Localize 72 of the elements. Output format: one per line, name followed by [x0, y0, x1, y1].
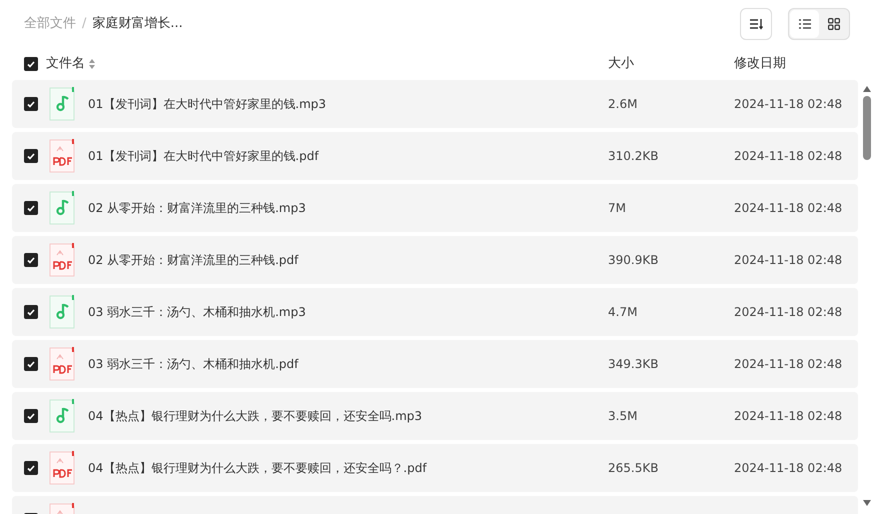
file-name: 03 弱水三千：汤勺、木桶和抽水机.pdf [88, 356, 300, 373]
file-row[interactable]: 03 弱水三千：汤勺、木桶和抽水机.mp3 4.7M 2024-11-18 02:48 [12, 288, 858, 336]
checkbox[interactable] [24, 409, 38, 423]
pdf-file-icon [49, 347, 75, 381]
list-view-button[interactable] [790, 10, 819, 38]
file-row[interactable]: 02 从零开始：财富洋流里的三种钱.pdf 390.9KB 2024-11-18 02:48 [12, 236, 858, 284]
checkmark-icon [27, 60, 35, 68]
file-name: 01【发刊词】在大时代中管好家里的钱.pdf [88, 148, 320, 165]
breadcrumb-current: 家庭财富增长... [92, 15, 183, 34]
file-name: 02 从零开始：财富洋流里的三种钱.mp3 [88, 200, 307, 217]
column-header[interactable]: 修改日期 [734, 54, 858, 74]
file-size: 2.6M [608, 97, 638, 111]
checkmark-icon [27, 204, 35, 212]
checkbox[interactable] [24, 357, 38, 371]
checkmark-icon [27, 412, 35, 420]
grid-icon [828, 18, 840, 30]
pdf-file-icon [49, 451, 75, 485]
file-row[interactable]: 02 从零开始：财富洋流里的三种钱.mp3 7M 2024-11-18 02:48 [12, 184, 858, 232]
checkmark-icon [27, 464, 35, 472]
file-name: 04【热点】银行理财为什么大跌，要不要赎回，还安全吗？.pdf [88, 460, 428, 477]
file-row[interactable]: 01【发刊词】在大时代中管好家里的钱.mp3 2.6M 2024-11-18 02:48 [12, 80, 858, 128]
modified-date: 2024-11-18 02:48 [734, 97, 842, 111]
sort-icon[interactable] [89, 59, 95, 69]
file-size: 4.7M [608, 305, 638, 319]
audio-file-icon [49, 295, 75, 329]
modified-date: 2024-11-18 02:48 [734, 305, 842, 319]
checkbox[interactable] [24, 461, 38, 475]
sort-icon [749, 18, 763, 30]
modified-date: 2024-11-18 02:48 [734, 201, 842, 215]
scroll-up-icon[interactable] [863, 86, 871, 92]
file-size: 390.9KB [608, 253, 658, 267]
file-name: 03 弱水三千：汤勺、木桶和抽水机.mp3 [88, 304, 307, 321]
scroll-down-icon[interactable] [863, 500, 871, 506]
modified-date: 2024-11-18 02:48 [734, 409, 842, 423]
column-header[interactable]: 大小 [608, 54, 734, 74]
column-header[interactable]: 文件名 [46, 54, 85, 74]
file-size: 7M [608, 201, 626, 215]
checkbox[interactable] [24, 253, 38, 267]
checkmark-icon [27, 360, 35, 368]
file-row[interactable]: 01【发刊词】在大时代中管好家里的钱.pdf 310.2KB 2024-11-18 02:48 [12, 132, 858, 180]
checkmark-icon [27, 152, 35, 160]
file-size: 310.2KB [608, 149, 658, 163]
checkbox[interactable] [24, 97, 38, 111]
modified-date: 2024-11-18 02:48 [734, 461, 842, 475]
pdf-file-icon [49, 139, 75, 173]
file-name: 02 从零开始：财富洋流里的三种钱.pdf [88, 252, 300, 269]
modified-date: 2024-11-18 02:48 [734, 357, 842, 371]
file-size: 265.5KB [608, 461, 658, 475]
audio-file-icon [49, 87, 75, 121]
file-size: 349.3KB [608, 357, 658, 371]
file-row[interactable]: 04【热点】银行理财为什么大跌，要不要赎回，还安全吗？.pdf 265.5KB 2024-11-18 02:48 [12, 444, 858, 492]
file-name: 04【热点】银行理财为什么大跌，要不要赎回，还安全吗.mp3 [88, 408, 424, 425]
modified-date: 2024-11-18 02:48 [734, 253, 842, 267]
sort-button[interactable] [740, 8, 772, 40]
checkbox[interactable] [24, 305, 38, 319]
scrollbar-thumb[interactable] [863, 96, 871, 160]
audio-file-icon [49, 191, 75, 225]
checkbox[interactable] [24, 149, 38, 163]
file-row[interactable]: 04【热点】银行理财为什么大跌，要不要赎回，还安全吗.mp3 3.5M 2024-11-18 02:48 [12, 392, 858, 440]
checkmark-icon [27, 100, 35, 108]
checkbox[interactable] [24, 201, 38, 215]
file-size: 3.5M [608, 409, 638, 423]
audio-file-icon [49, 399, 75, 433]
file-row[interactable]: 03 弱水三千：汤勺、木桶和抽水机.pdf 349.3KB 2024-11-18 02:48 [12, 340, 858, 388]
pdf-file-icon [49, 243, 75, 277]
file-name: 01【发刊词】在大时代中管好家里的钱.mp3 [88, 96, 328, 113]
checkmark-icon [27, 256, 35, 264]
modified-date: 2024-11-18 02:48 [734, 149, 842, 163]
breadcrumb-separator: / [82, 15, 86, 34]
list-icon [798, 19, 810, 29]
checkbox[interactable] [24, 57, 38, 71]
checkmark-icon [27, 308, 35, 316]
